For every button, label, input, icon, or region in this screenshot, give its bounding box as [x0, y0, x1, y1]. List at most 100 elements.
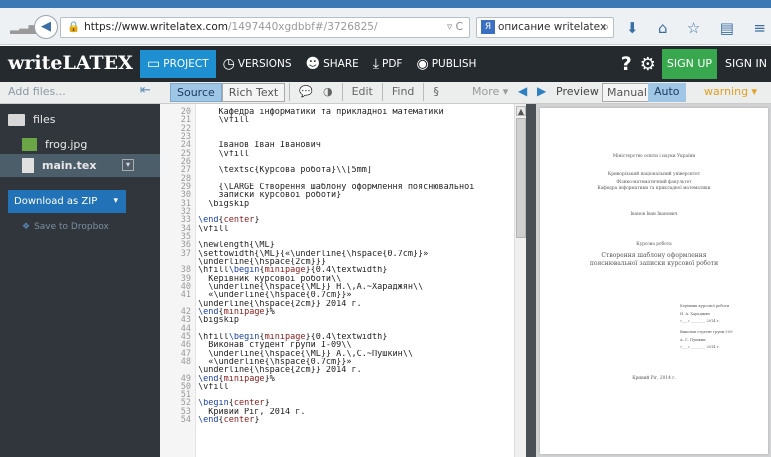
address-bar[interactable]: 🔒 https://www.writelatex.com/1497440xgdbb…: [60, 17, 470, 38]
code-line[interactable]: 46 Виконав студент групи І-09\\: [160, 341, 514, 350]
code-line[interactable]: 51: [160, 391, 514, 400]
top-nav: ▭ PROJECT ◷ VERSIONS ☻ SHARE ⤓ PDF ◉ PUBLISH: [140, 46, 483, 82]
reload-icon[interactable]: ▿ C: [447, 18, 463, 37]
preview-university: Криворізький національний університет: [607, 172, 701, 177]
arrow-right-icon[interactable]: ▶: [537, 84, 546, 98]
code-line[interactable]: 42 \end{minipage}%: [160, 307, 514, 316]
collapse-sidebar-icon[interactable]: ⇤: [140, 83, 151, 98]
chevron-down-icon: ▾: [113, 196, 118, 206]
code-line[interactable]: 36 \newlength{\ML}: [160, 241, 514, 250]
line-text: \vfill: [198, 116, 250, 125]
comment-icon[interactable]: 💬: [294, 83, 318, 102]
pane-splitter[interactable]: [526, 104, 536, 457]
signin-button[interactable]: SIGN IN: [721, 49, 771, 79]
chevron-down-icon[interactable]: ▾: [122, 159, 134, 171]
warning-dropdown[interactable]: warning ▾: [704, 85, 757, 98]
code-line[interactable]: 44: [160, 324, 514, 333]
source-mode-button[interactable]: Source: [170, 83, 222, 102]
line-text: [196, 208, 198, 216]
editor-scrollbar[interactable]: ▲: [514, 104, 526, 457]
back-button[interactable]: ◀: [34, 15, 58, 39]
line-text: записки курсової роботи}: [198, 191, 342, 200]
code-line[interactable]: 54 \end{center}: [160, 416, 514, 425]
file-item-main[interactable]: main.tex ▾: [0, 154, 160, 177]
code-line[interactable]: 47 \underline{\hspace{\ML}} А.\,С.~Пушки…: [160, 349, 514, 358]
signup-button[interactable]: SIGN UP: [661, 49, 718, 79]
auto-compile-button[interactable]: Auto: [648, 83, 686, 102]
preview-department: Кафедра інформатики та прикладної матема…: [597, 186, 711, 191]
nav-publish[interactable]: ◉ PUBLISH: [409, 50, 483, 78]
line-text: [196, 175, 198, 183]
code-line[interactable]: 45 \hfill\begin{minipage}{0.4\textwidth}: [160, 332, 514, 341]
app-logo[interactable]: writeLATEX: [8, 52, 133, 74]
code-line[interactable]: 34 \vfill: [160, 224, 514, 233]
nav-pdf[interactable]: ⤓ PDF: [366, 50, 410, 78]
nav-project[interactable]: ▭ PROJECT: [140, 50, 216, 78]
bookmark-list-icon[interactable]: ▤: [720, 19, 734, 37]
more-menu[interactable]: More ▾: [472, 85, 508, 98]
section-button[interactable]: §: [428, 83, 444, 102]
gear-icon[interactable]: ⚙: [640, 54, 656, 75]
folder-files[interactable]: files: [8, 113, 55, 126]
code-line[interactable]: 31 \bigskip: [160, 199, 514, 208]
code-line[interactable]: 33 \end{center}: [160, 216, 514, 225]
save-to-dropbox-link[interactable]: ❖ Save to Dropbox: [22, 222, 109, 232]
scroll-up-icon[interactable]: ▲: [516, 106, 526, 116]
line-text: [196, 158, 198, 166]
add-files-link[interactable]: Add files...: [8, 85, 66, 98]
preview-student-name: А. С. Пушкин: [680, 338, 706, 342]
code-line[interactable]: 49 \end{minipage}%: [160, 374, 514, 383]
code-line[interactable]: 25 \vfill: [160, 149, 514, 158]
code-line[interactable]: \underline{\hspace{2cm}} 2014 г.: [160, 300, 514, 308]
search-icon[interactable]: ⌕: [603, 18, 609, 37]
code-line[interactable]: 39 Керівник курсової роботи\\: [160, 274, 514, 283]
toolbar-divider: [423, 83, 425, 101]
code-line[interactable]: 22: [160, 124, 514, 133]
code-line[interactable]: 38 \hfill\begin{minipage}{0.4\textwidth}: [160, 266, 514, 275]
code-line[interactable]: 50 \vfill: [160, 382, 514, 391]
preview-city: Кривий Ріг, 2014 г.: [632, 376, 676, 381]
code-line[interactable]: 24 Іванов Іван Іванович: [160, 141, 514, 150]
code-line[interactable]: \underline{\hspace{2cm}} 2014 г.: [160, 366, 514, 374]
code-line[interactable]: 53 Кривий Ріг, 2014 г.: [160, 407, 514, 416]
menu-icon[interactable]: ≡: [753, 19, 766, 37]
manual-compile-button[interactable]: Manual: [602, 83, 652, 102]
edit-button[interactable]: Edit: [347, 83, 378, 102]
browser-toolbar: ▂▃▅ ◀ 🔒 https://www.writelatex.com/149744…: [0, 8, 771, 45]
code-line[interactable]: 28: [160, 174, 514, 183]
code-line[interactable]: 32: [160, 208, 514, 217]
code-line[interactable]: 26: [160, 158, 514, 167]
code-lines[interactable]: 20 Кафедра інформатики та прикладної мат…: [160, 108, 514, 425]
code-line[interactable]: 27 \textsc{Курсова робота}\\[5mm]: [160, 166, 514, 175]
line-text: [196, 233, 198, 241]
arrow-left-icon[interactable]: ◀: [518, 84, 527, 98]
search-box[interactable]: Яописание writelatex ⌕: [476, 17, 614, 38]
code-line[interactable]: \underline{\hspace{2cm}}}: [160, 258, 514, 266]
code-line[interactable]: 41 «\underline{\hspace{0.7cm}}»: [160, 291, 514, 300]
code-line[interactable]: 48 «\underline{\hspace{0.7cm}}»: [160, 357, 514, 366]
code-line[interactable]: 20 Кафедра інформатики та прикладної мат…: [160, 108, 514, 117]
help-icon[interactable]: ?: [621, 53, 632, 75]
code-line[interactable]: 52 \begin{center}: [160, 399, 514, 408]
rich-text-mode-button[interactable]: Rich Text: [221, 83, 286, 102]
file-item-frog[interactable]: frog.jpg: [0, 133, 160, 156]
code-line[interactable]: 35: [160, 232, 514, 241]
nav-share[interactable]: ☻ SHARE: [299, 50, 366, 78]
find-button[interactable]: Find: [387, 83, 420, 102]
source-editor[interactable]: 20 Кафедра інформатики та прикладної мат…: [160, 104, 514, 457]
scroll-thumb[interactable]: [516, 118, 526, 238]
preview-title-1: Створення шаблону оформлення: [601, 252, 707, 259]
code-line[interactable]: 40 \underline{\hspace{\ML}} Н.\,А.~Харад…: [160, 282, 514, 291]
nav-versions[interactable]: ◷ VERSIONS: [216, 50, 299, 78]
code-line[interactable]: 29 {\LARGE Створення шаблону оформлення …: [160, 183, 514, 192]
code-line[interactable]: 21 \vfill: [160, 116, 514, 125]
star-icon[interactable]: ☆: [687, 19, 700, 37]
code-line[interactable]: 30 записки курсової роботи}: [160, 191, 514, 200]
history-icon[interactable]: ◑: [318, 83, 338, 102]
download-zip-button[interactable]: Download as ZIP ▾: [8, 190, 126, 213]
home-icon[interactable]: ⌂: [658, 19, 668, 37]
code-line[interactable]: 43 \bigskip: [160, 316, 514, 325]
download-arrow-icon[interactable]: ⬇: [626, 19, 639, 37]
code-line[interactable]: 23: [160, 133, 514, 142]
code-line[interactable]: 37 \settowidth{\ML}{«\underline{\hspace{0…: [160, 249, 514, 258]
